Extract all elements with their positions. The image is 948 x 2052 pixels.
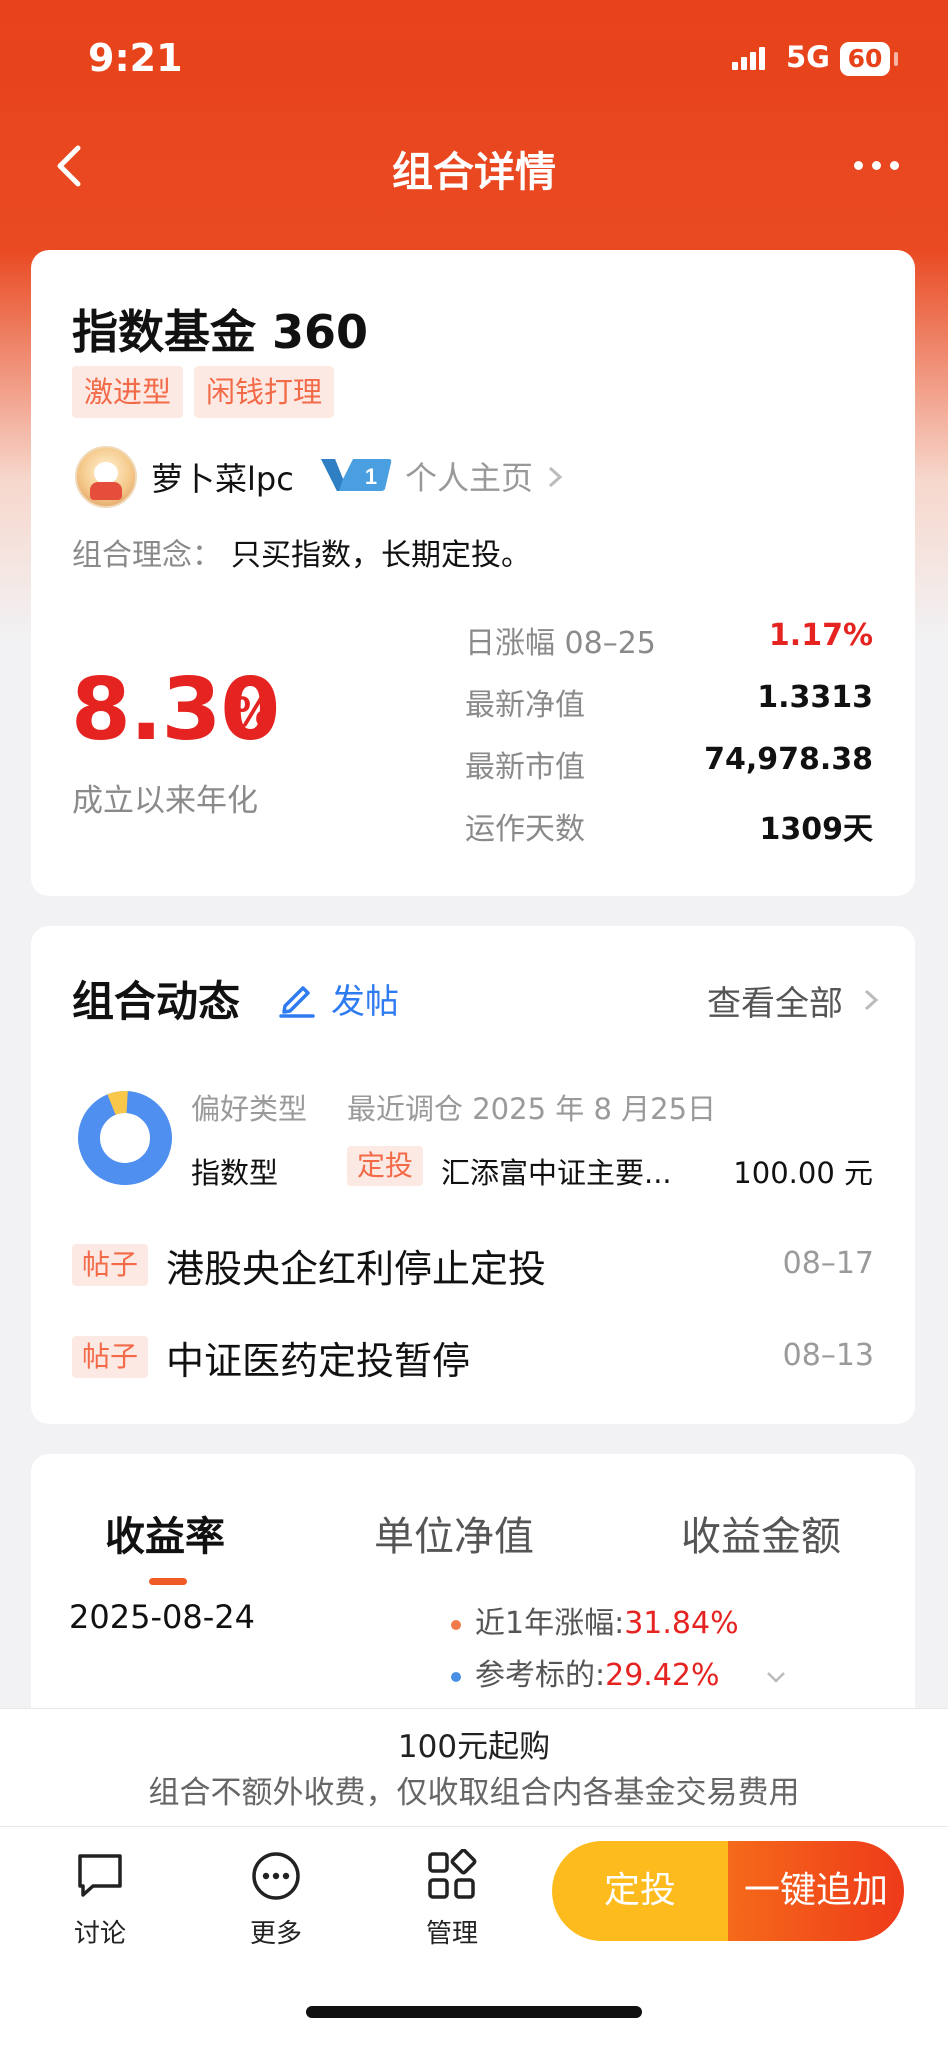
signal-icon [732,47,765,70]
preference-label: 偏好类型 [191,1092,308,1126]
chevron-right-icon [864,989,879,1011]
avatar[interactable] [75,446,137,508]
auto-invest-button[interactable]: 定投 [552,1841,728,1941]
nav-bar: 组合详情 [0,120,948,210]
status-time: 9:21 [88,36,183,80]
tab-return-rate[interactable]: 收益率 [105,1504,225,1562]
tab-unit-nav[interactable]: 单位净值 [374,1504,534,1562]
philosophy-label: 组合理念： [72,538,222,573]
status-bar: 9:21 5G 60 [0,0,948,110]
min-purchase-text: 100元起购 [397,1729,551,1765]
active-tab-indicator [149,1578,187,1585]
post-title: 港股央企红利停止定投 [166,1247,547,1291]
post-item[interactable]: 帖子 中证医药定投暂停 08–13 [72,1330,874,1386]
battery-icon: 60 [840,42,890,76]
homepage-link[interactable]: 个人主页 [405,453,533,499]
run-days-label: 运作天数 [465,812,585,847]
post-title: 中证医药定投暂停 [166,1339,471,1383]
home-indicator [306,2006,642,2018]
daily-change-label: 日涨幅 08–25 [465,626,656,661]
portfolio-summary-card: 指数基金 360 激进型 闲钱打理 萝卜菜lpc 1 个人主页 组合理念： 只买… [31,250,915,896]
philosophy-text: 只买指数，长期定投。 [231,538,531,573]
post-date: 08–13 [782,1338,874,1373]
page-title: 组合详情 [392,148,556,196]
post-item[interactable]: 帖子 港股央企红利停止定投 08–17 [72,1238,874,1294]
chat-icon [78,1854,122,1897]
daily-change-value: 1.17% [768,618,873,653]
market-value: 74,978.38 [704,742,873,777]
more-options-icon[interactable] [852,146,902,186]
tab-return-amount[interactable]: 收益金额 [681,1504,841,1562]
fee-notice: 100元起购 组合不额外收费，仅收取组合内各基金交易费用 [0,1708,948,1827]
nav-label: 最新净值 [465,688,585,723]
view-all-link[interactable]: 查看全部 [707,976,843,1025]
annual-return-label: 成立以来年化 [72,783,258,819]
post-tag: 帖子 [72,1244,149,1286]
svg-text:1: 1 [365,464,377,489]
manage-icon [428,1849,477,1899]
post-button[interactable]: 发帖 [331,974,399,1023]
allocation-donut-chart [78,1091,172,1185]
chevron-down-icon[interactable] [765,1670,787,1684]
rebalance-fund[interactable]: 汇添富中证主要... [441,1150,672,1192]
preference-value: 指数型 [191,1156,279,1190]
post-tag: 帖子 [72,1336,149,1378]
annual-return-unit: % [233,690,274,736]
more-icon [252,1852,300,1900]
returns-date: 2025-08-24 [69,1598,255,1636]
network-type: 5G [786,40,830,74]
cta-group: 定投 一键追加 [552,1841,904,1941]
manage-button[interactable]: 管理 [402,1849,502,1950]
user-name[interactable]: 萝卜菜lpc [151,454,294,500]
more-button[interactable]: 更多 [226,1849,326,1950]
nav-value: 1.3313 [757,680,873,715]
post-date: 08–17 [782,1246,874,1281]
activity-title: 组合动态 [72,977,241,1026]
battery-tip [894,52,898,66]
run-days-value: 1309天 [759,812,874,847]
bottom-action-bar: 讨论 更多 管理 定投 一键追加 [0,1826,948,2052]
auto-invest-tag: 定投 [347,1146,424,1186]
rebalance-label: 最近调仓 2025 年 8 月25日 [347,1092,717,1126]
legend-benchmark[interactable]: 参考标的:29.42% [451,1650,720,1694]
activity-card: 组合动态 发帖 查看全部 偏好类型 最近调仓 2025 年 8 月25日 指数型… [31,926,915,1424]
add-investment-button[interactable]: 一键追加 [728,1841,904,1941]
purpose-tag: 闲钱打理 [194,366,335,418]
discuss-button[interactable]: 讨论 [50,1849,150,1950]
rebalance-amount: 100.00 元 [733,1156,873,1190]
legend-one-year: 近1年涨幅:31.84% [451,1598,739,1642]
market-value-label: 最新市值 [465,750,585,785]
fee-description: 组合不额外收费，仅收取组合内各基金交易费用 [148,1775,800,1811]
chevron-right-icon [548,466,563,488]
portfolio-name: 指数基金 360 [72,305,369,359]
risk-tag: 激进型 [72,366,184,418]
vip-level-badge: 1 [321,459,392,491]
pen-icon[interactable] [277,978,317,1018]
